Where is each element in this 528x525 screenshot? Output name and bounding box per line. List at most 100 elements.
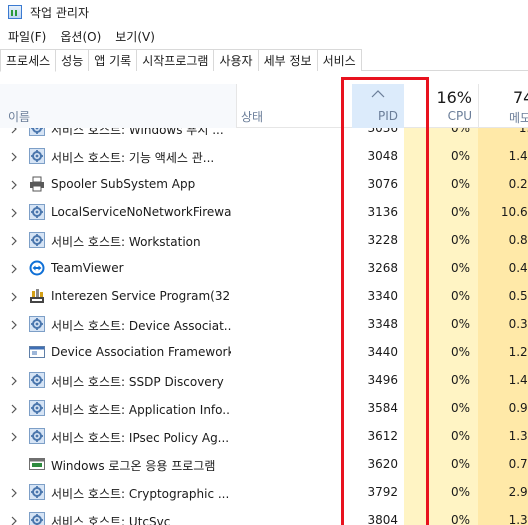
- memory-header-label: 메모: [509, 111, 528, 125]
- process-memory: 1.3M: [508, 513, 528, 525]
- process-row[interactable]: 서비스 호스트: Device Associat... 3348 0% 0.3M: [0, 310, 528, 338]
- process-name: 서비스 호스트: SSDP Discovery: [51, 375, 224, 389]
- process-name: 서비스 호스트: UtcSvc: [51, 515, 171, 525]
- tab-processes[interactable]: 프로세스: [0, 49, 57, 72]
- tab-app-history[interactable]: 앱 기록: [89, 49, 138, 71]
- process-row[interactable]: 서비스 호스트: Windows 푸시 ... 3036 0% 1.8: [0, 128, 528, 142]
- process-memory: 0.8M: [508, 233, 528, 247]
- process-name: Device Association Framework ...: [51, 345, 231, 359]
- process-pid: 3228: [367, 233, 398, 247]
- process-name: Spooler SubSystem App: [51, 177, 196, 191]
- menu-view[interactable]: 보기(V): [107, 28, 161, 45]
- expand-chevron-icon[interactable]: [9, 207, 19, 218]
- gear-icon: [29, 148, 45, 164]
- process-pid: 3048: [367, 149, 398, 163]
- expand-chevron-icon[interactable]: [9, 487, 19, 498]
- name-header-label: 이름: [8, 110, 31, 124]
- process-row[interactable]: 서비스 호스트: UtcSvc 3804 0% 1.3M: [0, 506, 528, 525]
- title-bar: 작업 관리자: [0, 0, 528, 24]
- process-memory: 0.9M: [508, 401, 528, 415]
- process-cpu: 0%: [450, 205, 470, 219]
- expand-chevron-icon[interactable]: [9, 515, 19, 525]
- process-name: 서비스 호스트: Workstation: [51, 235, 201, 249]
- process-name: 서비스 호스트: Application Info...: [51, 403, 231, 417]
- process-row[interactable]: Windows 로그온 응용 프로그램 3620 0% 0.7M: [0, 450, 528, 478]
- tab-details[interactable]: 세부 정보: [258, 49, 318, 71]
- expand-chevron-icon[interactable]: [9, 291, 19, 302]
- expand-chevron-icon[interactable]: [9, 151, 19, 162]
- process-pid: 3076: [367, 177, 398, 191]
- process-row[interactable]: Device Association Framework ... 3440 0% 1.…: [0, 338, 528, 366]
- expand-chevron-icon[interactable]: [9, 128, 19, 134]
- cpu-column-header[interactable]: 16% CPU: [404, 84, 478, 128]
- gear-icon: [29, 512, 45, 525]
- process-name: 서비스 호스트: IPsec Policy Ag...: [51, 431, 230, 445]
- process-memory: 1.4M: [508, 373, 528, 387]
- tab-performance[interactable]: 성능: [56, 49, 90, 71]
- expand-chevron-icon[interactable]: [9, 235, 19, 246]
- process-row[interactable]: Spooler SubSystem App 3076 0% 0.2M: [0, 170, 528, 198]
- process-memory: 1.8: [518, 128, 528, 135]
- name-column-header[interactable]: 이름: [0, 84, 236, 128]
- status-header-label[interactable]: 상태: [241, 108, 263, 125]
- process-row[interactable]: 서비스 호스트: Cryptographic ... 3792 0% 2.9M: [0, 478, 528, 506]
- process-row[interactable]: Interezen Service Program(32... 3340 0% 0.5…: [0, 282, 528, 310]
- process-name: TeamViewer: [51, 261, 124, 275]
- memory-column-header[interactable]: 74 메모: [478, 84, 528, 128]
- process-pid: 3268: [367, 261, 398, 275]
- process-cpu: 0%: [450, 513, 470, 525]
- process-row[interactable]: 서비스 호스트: 기능 액세스 관... 3048 0% 1.4M: [0, 142, 528, 170]
- gear-icon: [29, 372, 45, 388]
- gear-icon: [29, 400, 45, 416]
- menu-options[interactable]: 옵션(O): [52, 28, 107, 45]
- expand-chevron-icon[interactable]: [9, 403, 19, 414]
- column-header: 이름 상태 PID 16% CPU 74 메모: [0, 84, 528, 128]
- process-cpu: 0%: [450, 177, 470, 191]
- tab-bar: 프로세스 성능 앱 기록 시작프로그램 사용자 세부 정보 서비스: [0, 49, 528, 72]
- expand-chevron-icon[interactable]: [9, 319, 19, 330]
- window-title: 작업 관리자: [30, 5, 90, 20]
- process-pid: 3496: [367, 373, 398, 387]
- pid-header-label: PID: [377, 109, 398, 123]
- process-cpu: 0%: [450, 149, 470, 163]
- tab-services[interactable]: 서비스: [317, 49, 362, 71]
- process-name: 서비스 호스트: 기능 액세스 관...: [51, 151, 215, 165]
- process-cpu: 0%: [450, 485, 470, 499]
- process-pid: 3584: [367, 401, 398, 415]
- process-row[interactable]: 서비스 호스트: IPsec Policy Ag... 3612 0% 1.3M: [0, 422, 528, 450]
- gear-icon: [29, 428, 45, 444]
- process-cpu: 0%: [450, 261, 470, 275]
- process-memory: 1.2M: [508, 345, 528, 359]
- process-pid: 3440: [367, 345, 398, 359]
- process-cpu: 0%: [450, 373, 470, 387]
- process-memory: 0.5M: [508, 289, 528, 303]
- process-cpu: 0%: [450, 128, 470, 135]
- tab-users[interactable]: 사용자: [214, 49, 259, 71]
- menu-bar: 파일(F) 옵션(O) 보기(V): [0, 26, 161, 46]
- process-row[interactable]: TeamViewer 3268 0% 0.4M: [0, 254, 528, 282]
- process-row[interactable]: 서비스 호스트: Application Info... 3584 0% 0.9M: [0, 394, 528, 422]
- process-row[interactable]: 서비스 호스트: Workstation 3228 0% 0.8M: [0, 226, 528, 254]
- expand-chevron-icon[interactable]: [9, 375, 19, 386]
- interezen-icon: [29, 288, 45, 304]
- process-memory: 0.2M: [508, 177, 528, 191]
- expand-chevron-icon[interactable]: [9, 431, 19, 442]
- column-divider[interactable]: [236, 84, 237, 128]
- process-cpu: 0%: [450, 289, 470, 303]
- process-pid: 3620: [367, 457, 398, 471]
- task-manager-icon: [8, 5, 22, 19]
- process-memory: 10.6M: [500, 205, 528, 219]
- tab-startup[interactable]: 시작프로그램: [137, 49, 215, 71]
- pid-column-header[interactable]: PID: [352, 84, 404, 128]
- expand-chevron-icon[interactable]: [9, 179, 19, 190]
- process-row[interactable]: LocalServiceNoNetworkFirewall... 3136 0% 10…: [0, 198, 528, 226]
- gear-icon: [29, 128, 45, 136]
- menu-file[interactable]: 파일(F): [0, 28, 52, 45]
- expand-chevron-icon[interactable]: [9, 263, 19, 274]
- process-name: 서비스 호스트: Cryptographic ...: [51, 487, 230, 501]
- process-memory: 2.9M: [508, 485, 528, 499]
- process-cpu: 0%: [450, 429, 470, 443]
- process-memory: 0.3M: [508, 317, 528, 331]
- process-row[interactable]: 서비스 호스트: SSDP Discovery 3496 0% 1.4M: [0, 366, 528, 394]
- process-name: LocalServiceNoNetworkFirewall...: [51, 205, 231, 219]
